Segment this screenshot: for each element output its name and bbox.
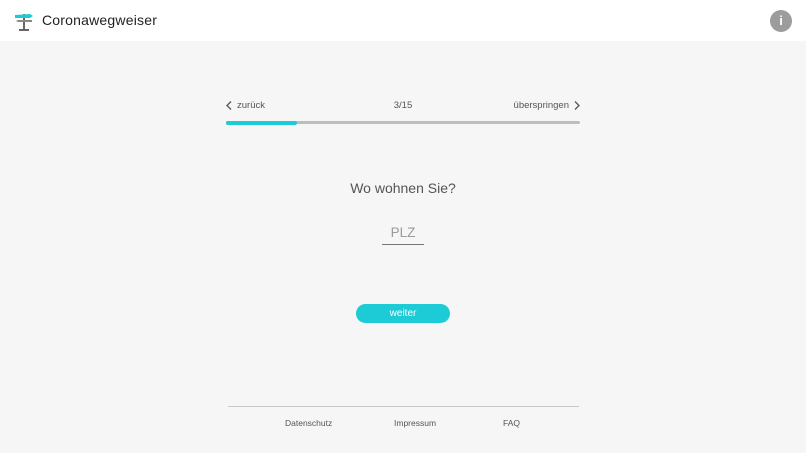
signpost-icon xyxy=(15,14,33,31)
progress-bar xyxy=(226,120,580,125)
progress-fill xyxy=(226,120,297,125)
next-button[interactable]: weiter xyxy=(356,304,450,323)
back-link[interactable]: zurück xyxy=(226,100,265,111)
chevron-right-icon xyxy=(574,101,580,110)
footer-divider xyxy=(228,406,579,407)
skip-link[interactable]: überspringen xyxy=(514,100,580,111)
footer-link-datenschutz[interactable]: Datenschutz xyxy=(285,418,332,428)
header-bar: Coronawegweiser i xyxy=(0,0,806,41)
back-label: zurück xyxy=(237,100,265,111)
skip-label: überspringen xyxy=(513,100,569,111)
question-text: Wo wohnen Sie? xyxy=(350,180,456,196)
footer-link-impressum[interactable]: Impressum xyxy=(394,418,436,428)
step-counter: 3/15 xyxy=(393,100,413,111)
info-button[interactable]: i xyxy=(770,10,792,32)
app-title: Coronawegweiser xyxy=(42,12,158,28)
chevron-left-icon xyxy=(226,101,232,110)
footer-link-faq[interactable]: FAQ xyxy=(503,418,520,428)
plz-input[interactable] xyxy=(382,220,424,245)
